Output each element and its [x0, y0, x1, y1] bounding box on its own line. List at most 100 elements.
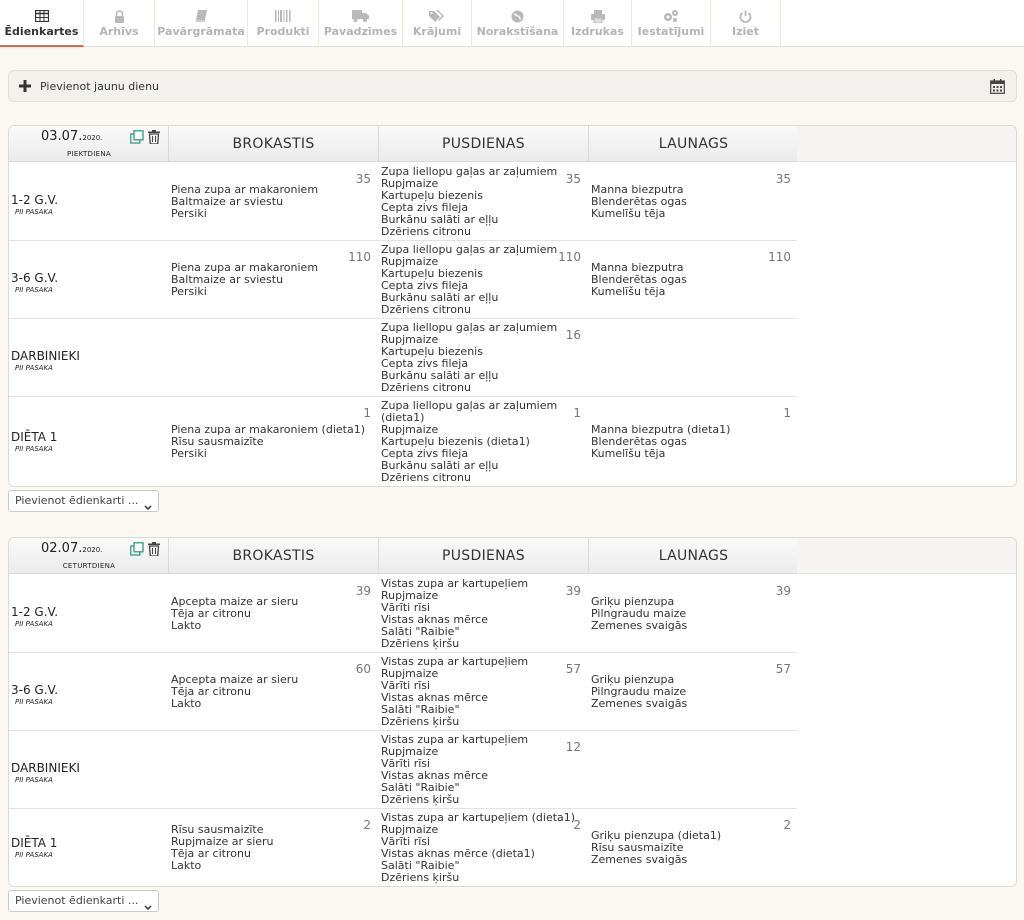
meal-cell[interactable] [169, 319, 379, 397]
table-row: DARBINIEKI PII PASAKA 16 Zupa liellopu g… [9, 319, 797, 397]
meal-cell[interactable]: 39 Vistas zupa ar kartupeļiem Rupjmaize … [379, 575, 589, 653]
add-day-bar[interactable]: Pievienot jaunu dienu [8, 70, 1017, 102]
dish: Zemenes svaigās [591, 619, 688, 632]
nav-izdrukas[interactable]: Izdrukas [564, 0, 632, 47]
nav-label: Krājumi [412, 25, 462, 38]
date-cell: 03.07.2020. PIEKTDIENA [9, 126, 169, 162]
group-label: DIĒTA 1 [11, 430, 58, 444]
trash-icon[interactable] [148, 130, 160, 147]
dish-list: Vistas zupa ar kartupeļiem Rupjmaize Vār… [381, 734, 528, 806]
dish: Dzēriens citronu [381, 303, 471, 316]
dish: Persiki [171, 285, 207, 298]
portion-count: 110 [558, 250, 581, 264]
chevron-down-icon [144, 898, 152, 918]
nav-label: Arhīvs [99, 25, 139, 38]
add-menu-select[interactable]: Pievienot ēdienkarti ... [8, 890, 159, 912]
meal-cell[interactable]: 60 Apcepta maize ar sieru Tēja ar citron… [169, 653, 379, 731]
trash-icon[interactable] [148, 542, 160, 559]
nav-iziet[interactable]: Iziet [711, 0, 781, 47]
nav-pavargramata[interactable]: Pavārgrāmata [155, 0, 248, 47]
meal-cell[interactable]: 110 Zupa liellopu gaļas ar zaļumiem Rupj… [379, 241, 589, 319]
dish-list: Apcepta maize ar sieru Tēja ar citronu L… [171, 596, 298, 632]
dish: Kumelīšu tēja [591, 207, 666, 220]
meal-cell[interactable]: 2 Griķu pienzupa (dieta1) Rīsu sausmaizī… [589, 809, 799, 886]
nav-pavadzimes[interactable]: Pavadzīmes [319, 0, 403, 47]
copy-icon[interactable] [130, 130, 144, 147]
meal-cell[interactable]: 57 Vistas zupa ar kartupeļiem Rupjmaize … [379, 653, 589, 731]
table-row: 1-2 G.V. PII PASAKA 39 Apcepta maize ar … [9, 575, 797, 653]
group-sublabel: PII PASAKA [15, 698, 53, 706]
book-icon [195, 9, 208, 23]
lock-icon [114, 9, 125, 23]
nav-label: Iziet [732, 25, 759, 38]
group-sublabel: PII PASAKA [15, 776, 53, 784]
meal-cell[interactable]: 35 Piena zupa ar makaroniem Baltmaize ar… [169, 163, 379, 241]
barcode-icon [275, 9, 291, 23]
chevron-down-icon [144, 498, 152, 518]
nav-iestatijumi[interactable]: Iestatījumi [632, 0, 711, 47]
nav-label: Iestatījumi [637, 25, 705, 38]
portion-count: 39 [355, 584, 371, 598]
dish-list: Rīsu sausmaizīte Rupjmaize ar sieru Tēja… [171, 824, 274, 872]
meal-cell[interactable]: 57 Griķu pienzupa Pilngraudu maize Zemen… [589, 653, 799, 731]
group-label: DIĒTA 1 [11, 836, 58, 850]
dish: Lakto [171, 619, 202, 632]
header-filler [797, 126, 1016, 162]
meal-cell[interactable]: 35 Zupa liellopu gaļas ar zaļumiem Rupjm… [379, 163, 589, 241]
portion-count: 2 [363, 818, 371, 832]
nav-produkti[interactable]: Produkti [248, 0, 319, 47]
meal-cell[interactable] [169, 731, 379, 809]
tags-icon [429, 9, 445, 23]
dish-list: Griķu pienzupa Pilngraudu maize Zemenes … [591, 596, 687, 632]
nav-norakstisana[interactable]: Norakstīšana [472, 0, 564, 47]
meal-cell[interactable]: 2 Rīsu sausmaizīte Rupjmaize ar sieru Tē… [169, 809, 379, 886]
dish: Dzēriens ķiršu [381, 793, 460, 806]
meal-cell[interactable]: 2 Vistas zupa ar kartupeļiem (dieta1) Ru… [379, 809, 589, 886]
dish: Kumelīšu tēja [591, 285, 666, 298]
meal-cell[interactable]: 35 Manna biezputra Blenderētas ogas Kume… [589, 163, 799, 241]
nav-krajumi[interactable]: Krājumi [403, 0, 472, 47]
group-label: 3-6 G.V. [11, 683, 59, 697]
meal-cell[interactable] [589, 319, 799, 397]
portion-count: 35 [565, 172, 581, 186]
portion-count: 16 [565, 328, 581, 342]
meal-cell[interactable]: 39 Apcepta maize ar sieru Tēja ar citron… [169, 575, 379, 653]
meal-cell[interactable]: 1 Zupa liellopu gaļas ar zaļumiem (dieta… [379, 397, 589, 486]
meal-cell[interactable] [589, 731, 799, 809]
power-icon [739, 9, 752, 23]
table-icon [34, 9, 49, 23]
meal-cell[interactable]: 1 Manna biezputra (dieta1) Blenderētas o… [589, 397, 799, 475]
portion-count: 1 [783, 406, 791, 420]
portion-count: 1 [363, 406, 371, 420]
meal-header-pusdienas: PUSDIENAS [379, 126, 589, 162]
dish-list: Zupa liellopu gaļas ar zaļumiem Rupjmaiz… [381, 244, 557, 316]
group-sublabel: PII PASAKA [15, 851, 53, 859]
dish: Zemenes svaigās [591, 697, 688, 710]
dish-list: Piena zupa ar makaroniem Baltmaize ar sv… [171, 262, 318, 298]
dish: Kumelīšu tēja [591, 447, 666, 460]
portion-count: 110 [348, 250, 371, 264]
dish-list: Manna biezputra Blenderētas ogas Kumelīš… [591, 262, 687, 298]
group-label: DARBINIEKI [11, 761, 80, 775]
meal-cell[interactable]: 16 Zupa liellopu gaļas ar zaļumiem Rupjm… [379, 319, 589, 397]
group-label: DARBINIEKI [11, 349, 80, 363]
day-header: 02.07.2020. CETURTDIENA BROKASTIS PUSDIE… [9, 538, 799, 574]
meal-cell[interactable]: 1 Piena zupa ar makaroniem (dieta1) Rīsu… [169, 397, 379, 475]
portion-count: 60 [355, 662, 371, 676]
nav-arhivs[interactable]: Arhīvs [84, 0, 155, 47]
copy-icon[interactable] [130, 542, 144, 559]
meal-cell[interactable]: 110 Manna biezputra Blenderētas ogas Kum… [589, 241, 799, 319]
meal-cell[interactable]: 110 Piena zupa ar makaroniem Baltmaize a… [169, 241, 379, 319]
nav-label: Pavadzīmes [323, 25, 398, 38]
nav-label: Norakstīšana [476, 25, 559, 38]
meal-cell[interactable]: 12 Vistas zupa ar kartupeļiem Rupjmaize … [379, 731, 589, 809]
calendar-icon[interactable] [990, 79, 1005, 97]
meal-cell[interactable]: 39 Griķu pienzupa Pilngraudu maize Zemen… [589, 575, 799, 653]
group-label: 1-2 G.V. [11, 605, 59, 619]
meal-header-brokastis: BROKASTIS [169, 538, 379, 574]
group-sublabel: PII PASAKA [15, 445, 53, 453]
add-menu-select[interactable]: Pievienot ēdienkarti ... [8, 490, 159, 512]
portion-count: 39 [775, 584, 791, 598]
nav-edienkartes[interactable]: Ēdienkartes [0, 0, 84, 47]
date-label: 02.07.2020. [41, 541, 103, 556]
